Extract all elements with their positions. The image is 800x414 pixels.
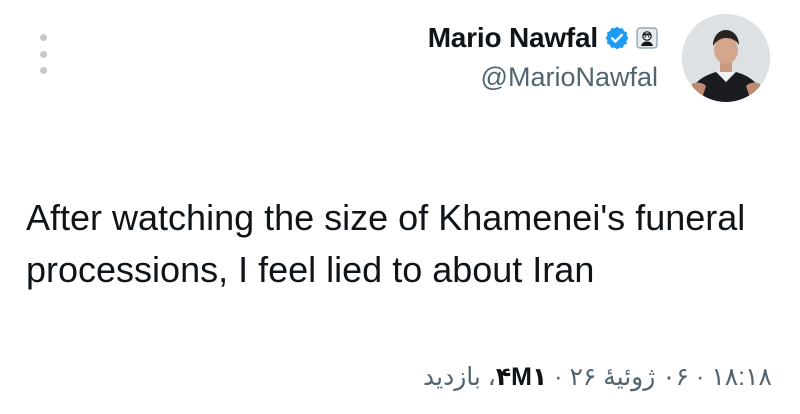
verified-badge-icon[interactable] [604,25,630,51]
tweet-time[interactable]: ۱۸:۱۸ [711,363,772,391]
views-label: ، بازدید [422,363,496,391]
author-avatar[interactable] [682,14,770,102]
author-display-name[interactable]: Mario Nawfal [428,22,599,54]
author-handle[interactable]: @MarioNawfal [481,62,658,93]
author-info: Mario Nawfal @MarioNawfal [428,14,658,93]
tweet-metadata: ۱۸:۱۸ · ۰۶ ژوئیهٔ ۲۶ · ۴M۱، بازدید [423,362,772,392]
more-dot-icon [39,67,47,74]
affiliate-badge-icon[interactable] [636,27,658,49]
meta-separator: · [547,363,570,391]
views-count[interactable]: ۴M۱ [496,363,547,391]
more-dot-icon [39,50,47,58]
more-options-button[interactable] [30,34,56,74]
tweet-date[interactable]: ۰۶ ژوئیهٔ ۲۶ [569,363,689,391]
tweet-text: After watching the size of Khamenei's fu… [26,197,746,290]
tweet-header: Mario Nawfal @MarioNawfal [428,14,770,102]
meta-separator: · [689,363,712,391]
more-dot-icon [39,34,47,41]
profile-photo [682,14,770,102]
author-name-row: Mario Nawfal [428,20,658,56]
